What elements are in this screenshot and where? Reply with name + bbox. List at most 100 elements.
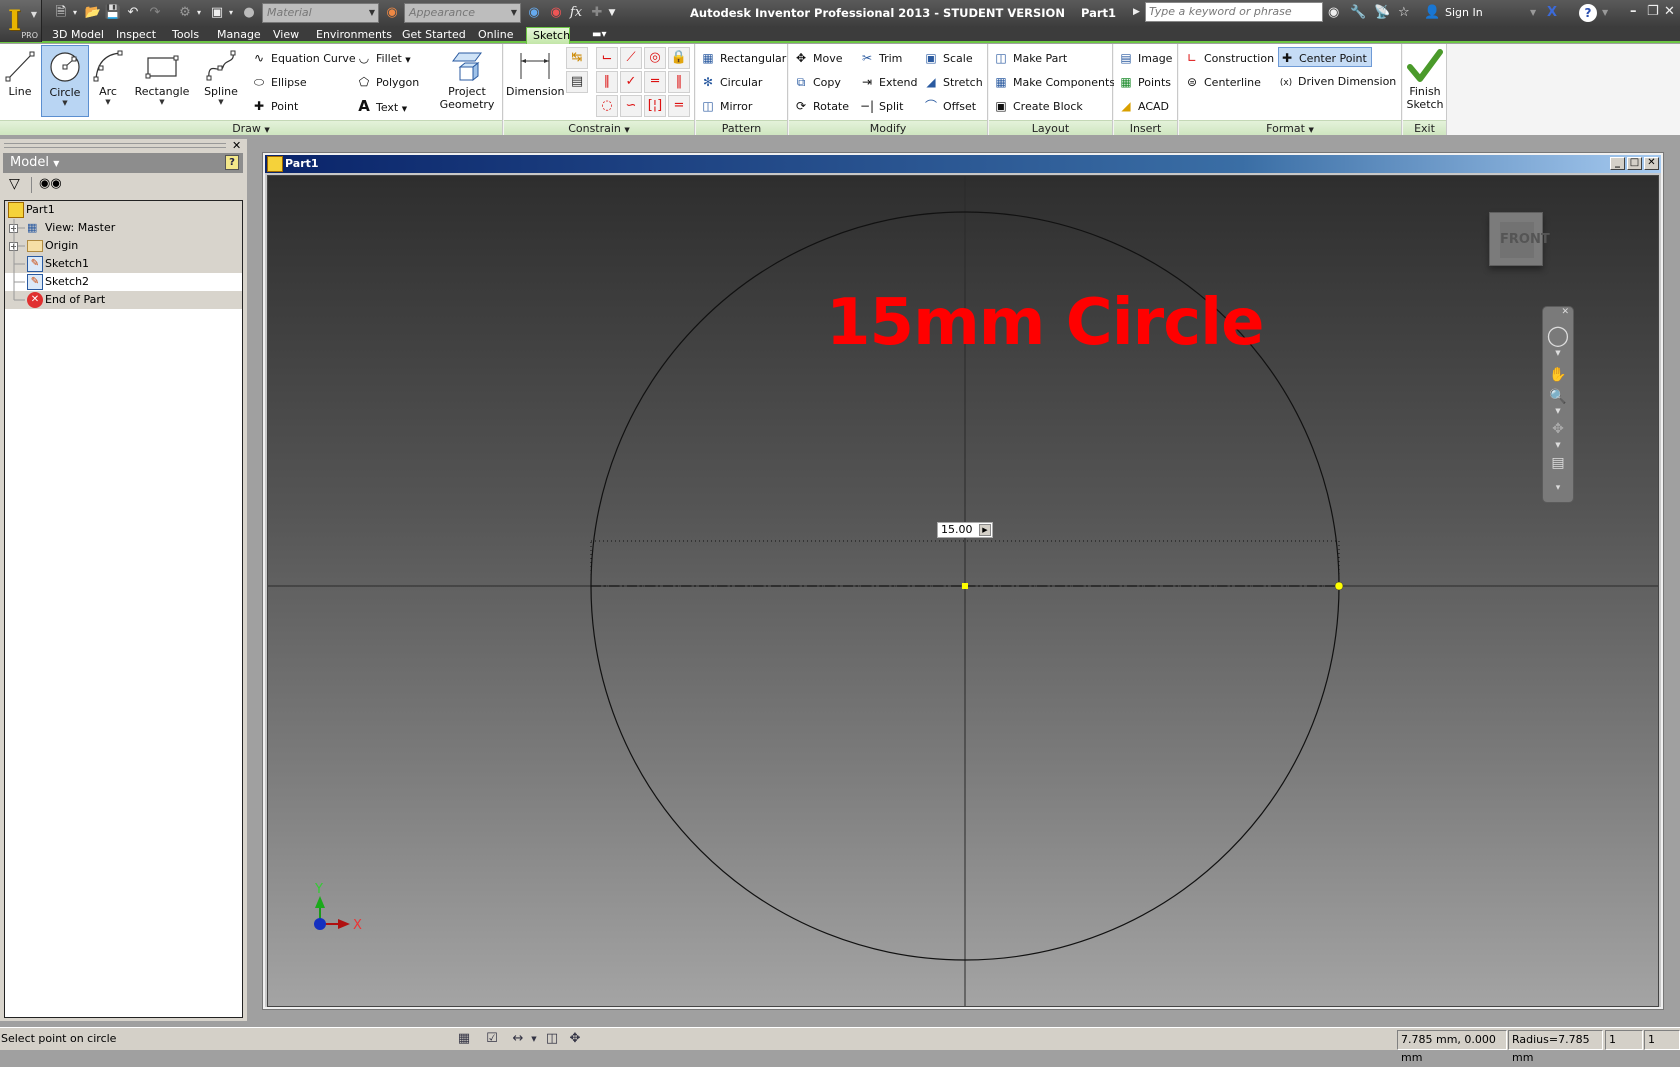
zoom-icon[interactable]: 🔍 (1543, 389, 1573, 405)
orbit-icon[interactable]: ✥ (1543, 421, 1573, 437)
communication-center-icon[interactable]: 📡 (1374, 5, 1390, 20)
tab-online[interactable]: Online (472, 27, 519, 43)
constraint-inference-icon[interactable]: ☑ (483, 1030, 501, 1048)
graphics-viewport[interactable]: X Y 15mm Circle 15.00 ▶ FRONT ✕ ◯ ▼ ✋ 🔍 ▼… (267, 175, 1659, 1007)
help-dropdown-icon[interactable]: ▼ (1602, 8, 1608, 17)
extend-button[interactable]: ⇥ Extend (859, 72, 918, 92)
appearance-dropdown[interactable]: Appearance ▼ (404, 3, 521, 23)
tab-view[interactable]: View (267, 27, 305, 43)
collinear-constraint-icon[interactable]: ⟋ (620, 47, 642, 69)
concentric-constraint-icon[interactable]: ◎ (644, 47, 666, 69)
centerline-button[interactable]: ⊜ Centerline (1184, 72, 1261, 92)
show-dof-icon[interactable]: ✥ (566, 1030, 584, 1048)
chevron-down-icon[interactable]: ▼ (42, 99, 88, 107)
material-dropdown[interactable]: Material ▼ (262, 3, 379, 23)
fx-icon[interactable]: fx (567, 4, 585, 22)
pan-hand-icon[interactable]: ✋ (1543, 367, 1573, 383)
coincident-constraint-icon[interactable]: ⌙ (596, 47, 618, 69)
minimize-icon[interactable]: – (1630, 4, 1637, 19)
chevron-down-icon[interactable]: ▼ (1543, 349, 1573, 357)
tree-node-sketch1[interactable]: ✎ Sketch1 (5, 255, 242, 273)
auto-dimension-icon[interactable]: ↹ (566, 47, 588, 69)
close-icon[interactable]: ✕ (1664, 4, 1675, 19)
circular-pattern-button[interactable]: ✻ Circular (700, 72, 762, 92)
binoculars-search-icon[interactable]: ◉ (1328, 5, 1339, 20)
browser-header[interactable]: Model ▼ ? (3, 153, 243, 173)
chevron-down-icon[interactable]: ▼ (525, 1030, 543, 1048)
point-button[interactable]: ✚ Point (251, 96, 298, 116)
sign-in-dropdown-icon[interactable]: ▼ (1530, 8, 1536, 17)
tab-environments[interactable]: Environments (310, 27, 398, 43)
tree-node-sketch2[interactable]: ✎ Sketch2 (5, 273, 242, 291)
find-binoculars-icon[interactable]: ◉◉ (39, 176, 62, 191)
doc-maximize-icon[interactable]: □ (1627, 157, 1642, 170)
restore-icon[interactable]: ❐ (1647, 4, 1659, 19)
clear-appearance-icon[interactable]: ◉ (547, 4, 565, 22)
viewcube[interactable]: FRONT (1489, 212, 1550, 266)
driven-dimension-button[interactable]: (x) Driven Dimension (1278, 72, 1396, 92)
slice-graphics-icon[interactable]: ◫ (543, 1030, 561, 1048)
center-point-button[interactable]: ✚ Center Point (1278, 47, 1372, 67)
viewcube-front-face[interactable]: FRONT (1500, 222, 1550, 258)
dimension-value-input[interactable]: 15.00 ▶ (937, 522, 993, 538)
sign-in-link[interactable]: Sign In (1445, 6, 1483, 19)
chevron-down-icon[interactable]: ▼ (1543, 407, 1573, 415)
document-title-bar[interactable]: Part1 _ □ ✕ (265, 155, 1661, 173)
minimize-ribbon-icon[interactable]: ▬▾ (586, 27, 612, 43)
split-button[interactable]: −| Split (859, 96, 903, 116)
insert-image-button[interactable]: ▤ Image (1118, 48, 1172, 68)
update-icon[interactable]: ⚙ (176, 4, 194, 22)
arc-button[interactable]: Arc ▼ (92, 45, 124, 117)
tree-node-end-of-part[interactable]: ✕ End of Part (5, 291, 242, 309)
snap-grid-icon[interactable]: ▦ (455, 1030, 473, 1048)
parallel-constraint-icon[interactable]: ∥ (596, 71, 618, 93)
new-file-icon[interactable]: 🗎 (52, 4, 70, 22)
close-browser-icon[interactable]: ✕ (232, 139, 241, 152)
make-part-button[interactable]: ◫ Make Part (993, 48, 1067, 68)
arrow-right-icon[interactable]: ▶ (979, 524, 991, 536)
look-at-icon[interactable]: ▤ (1543, 455, 1573, 471)
favorites-star-icon[interactable]: ☆ (1398, 5, 1410, 20)
new-dropdown-icon[interactable]: ▾ (70, 4, 80, 22)
sketch-text-annotation[interactable]: 15mm Circle (826, 286, 1264, 360)
equation-curve-button[interactable]: ∿ Equation Curve (251, 48, 356, 68)
offset-button[interactable]: ⌒ Offset (923, 96, 976, 116)
show-constraints-icon[interactable]: ▤ (566, 71, 588, 93)
scale-button[interactable]: ▣ Scale (923, 48, 972, 68)
redo-icon[interactable]: ↷ (146, 4, 164, 22)
tree-node-view-master[interactable]: + ▦ View: Master (5, 219, 242, 237)
chevron-down-icon[interactable]: ▼ (1543, 441, 1573, 449)
chevron-down-icon[interactable]: ▼ (134, 98, 190, 106)
rectangle-button[interactable]: Rectangle ▼ (134, 45, 190, 117)
undo-icon[interactable]: ↶ (124, 4, 142, 22)
copy-button[interactable]: ⧉ Copy (793, 72, 841, 92)
trim-button[interactable]: ✂ Trim (859, 48, 902, 68)
tab-get-started[interactable]: Get Started (396, 27, 472, 43)
ellipse-button[interactable]: ⬭ Ellipse (251, 72, 307, 92)
doc-close-icon[interactable]: ✕ (1644, 157, 1659, 170)
stretch-button[interactable]: ◢ Stretch (923, 72, 982, 92)
save-icon[interactable]: 💾 (104, 4, 122, 22)
adjust-appearance-icon[interactable]: ◉ (525, 4, 543, 22)
polygon-button[interactable]: ⬠ Polygon (356, 72, 419, 92)
select-icon[interactable]: ▣ (208, 4, 226, 22)
tab-3d-model[interactable]: 3D Model (46, 27, 110, 43)
update-dropdown-icon[interactable]: ▾ (194, 4, 204, 22)
move-button[interactable]: ✥ Move (793, 48, 843, 68)
doc-minimize-icon[interactable]: _ (1610, 157, 1625, 170)
tangent-constraint-icon[interactable]: ◌ (596, 95, 618, 117)
project-geometry-button[interactable]: Project Geometry (436, 45, 498, 117)
perpendicular-constraint-icon[interactable]: ✓ (620, 71, 642, 93)
customize-qat-icon[interactable]: ▼ (606, 4, 618, 22)
tab-tools[interactable]: Tools (166, 27, 205, 43)
chevron-down-icon[interactable]: ▼ (402, 105, 407, 113)
tab-sketch[interactable]: Sketch (526, 27, 570, 44)
create-block-button[interactable]: ▣ Create Block (993, 96, 1082, 116)
horizontal-constraint-icon[interactable]: ═ (644, 71, 666, 93)
fillet-button[interactable]: ◡ Fillet ▼ (356, 48, 411, 68)
browser-help-icon[interactable]: ? (225, 155, 239, 170)
circle-button[interactable]: Circle ▼ (41, 45, 89, 117)
dimension-button[interactable]: Dimension (506, 45, 564, 117)
chevron-down-icon[interactable]: ▼ (92, 98, 124, 106)
equal-constraint-icon[interactable]: = (668, 95, 690, 117)
